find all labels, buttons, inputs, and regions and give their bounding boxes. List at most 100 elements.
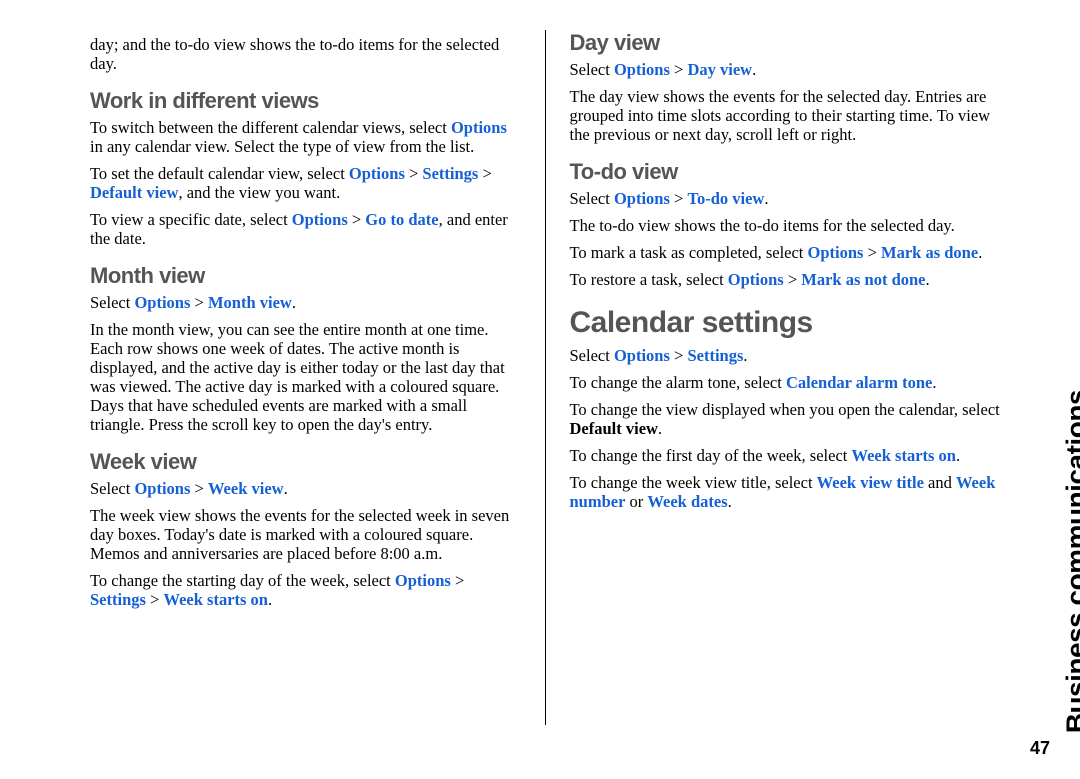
text: Select <box>90 293 134 312</box>
options-link: Options <box>349 164 405 183</box>
heading-todo: To-do view <box>570 159 1001 184</box>
work-p2: To set the default calendar view, select… <box>90 165 521 203</box>
month-p1: In the month view, you can see the entir… <box>90 321 521 435</box>
text: To change the alarm tone, select <box>570 373 786 392</box>
options-link: Options <box>292 210 348 229</box>
month-select: Select Options > Month view. <box>90 294 521 313</box>
work-p1: To switch between the different calendar… <box>90 119 521 157</box>
week-view-link: Week view <box>208 479 284 498</box>
options-link: Options <box>134 293 190 312</box>
text: . <box>658 419 662 438</box>
text: > <box>146 590 164 609</box>
heading-day: Day view <box>570 30 1001 55</box>
right-column: Day view Select Options > Day view. The … <box>570 30 1001 725</box>
text: To change the week view title, select <box>570 473 817 492</box>
text: > <box>348 210 366 229</box>
week-starts-on-link: Week starts on <box>851 446 956 465</box>
week-view-title-link: Week view title <box>817 473 924 492</box>
text: > <box>784 270 802 289</box>
text: > <box>670 346 688 365</box>
heading-month: Month view <box>90 263 521 288</box>
cal-p1: To change the alarm tone, select Calenda… <box>570 374 1001 393</box>
text: To switch between the different calendar… <box>90 118 451 137</box>
cal-select: Select Options > Settings. <box>570 347 1001 366</box>
text: or <box>625 492 647 511</box>
options-link: Options <box>614 60 670 79</box>
calendar-alarm-tone-link: Calendar alarm tone <box>786 373 932 392</box>
left-column: day; and the to-do view shows the to-do … <box>90 30 521 725</box>
text: . <box>752 60 756 79</box>
text: . <box>926 270 930 289</box>
text: Select <box>570 189 614 208</box>
month-view-link: Month view <box>208 293 292 312</box>
text: . <box>728 492 732 511</box>
heading-work: Work in different views <box>90 88 521 113</box>
options-link: Options <box>808 243 864 262</box>
text: and <box>924 473 956 492</box>
todo-view-link: To-do view <box>687 189 764 208</box>
options-link: Options <box>614 346 670 365</box>
text: . <box>978 243 982 262</box>
text: > <box>405 164 423 183</box>
options-link: Options <box>134 479 190 498</box>
text: Select <box>90 479 134 498</box>
text: , and the view you want. <box>178 183 340 202</box>
options-link: Options <box>728 270 784 289</box>
week-starts-on-link: Week starts on <box>163 590 268 609</box>
cal-p3: To change the first day of the week, sel… <box>570 447 1001 466</box>
section-label: Business communications <box>1060 390 1080 733</box>
heading-week: Week view <box>90 449 521 474</box>
text: To view a specific date, select <box>90 210 292 229</box>
text: . <box>268 590 272 609</box>
todo-p2: To mark a task as completed, select Opti… <box>570 244 1001 263</box>
work-p3: To view a specific date, select Options … <box>90 211 521 249</box>
text: . <box>743 346 747 365</box>
text: . <box>956 446 960 465</box>
text: To restore a task, select <box>570 270 728 289</box>
mark-not-done-link: Mark as not done <box>801 270 925 289</box>
text: > <box>863 243 881 262</box>
options-link: Options <box>395 571 451 590</box>
options-link: Options <box>451 118 507 137</box>
default-view-bold: Default view <box>570 419 658 438</box>
text: > <box>670 60 688 79</box>
text: . <box>292 293 296 312</box>
day-view-link: Day view <box>687 60 752 79</box>
text: To change the first day of the week, sel… <box>570 446 852 465</box>
day-select: Select Options > Day view. <box>570 61 1001 80</box>
column-divider <box>545 30 546 725</box>
text: Select <box>570 346 614 365</box>
cal-p4: To change the week view title, select We… <box>570 474 1001 512</box>
options-link: Options <box>614 189 670 208</box>
text: > <box>670 189 688 208</box>
todo-p3: To restore a task, select Options > Mark… <box>570 271 1001 290</box>
week-dates-link: Week dates <box>647 492 727 511</box>
page-number: 47 <box>1030 738 1050 759</box>
heading-calendar-settings: Calendar settings <box>570 306 1001 341</box>
text: To change the starting day of the week, … <box>90 571 395 590</box>
week-p1: The week view shows the events for the s… <box>90 507 521 564</box>
text: Select <box>570 60 614 79</box>
week-select: Select Options > Week view. <box>90 480 521 499</box>
todo-select: Select Options > To-do view. <box>570 190 1001 209</box>
page-body: day; and the to-do view shows the to-do … <box>0 0 1080 755</box>
text: To mark a task as completed, select <box>570 243 808 262</box>
text: > <box>478 164 491 183</box>
text: . <box>284 479 288 498</box>
text: > <box>451 571 464 590</box>
settings-link: Settings <box>422 164 478 183</box>
text: . <box>932 373 936 392</box>
text: > <box>190 293 208 312</box>
settings-link: Settings <box>90 590 146 609</box>
text: . <box>764 189 768 208</box>
cal-p2: To change the view displayed when you op… <box>570 401 1001 439</box>
day-p1: The day view shows the events for the se… <box>570 88 1001 145</box>
text: in any calendar view. Select the type of… <box>90 137 474 156</box>
week-p2: To change the starting day of the week, … <box>90 572 521 610</box>
todo-p1: The to-do view shows the to-do items for… <box>570 217 1001 236</box>
text: To set the default calendar view, select <box>90 164 349 183</box>
text: > <box>190 479 208 498</box>
text: To change the view displayed when you op… <box>570 400 1000 419</box>
default-view-link: Default view <box>90 183 178 202</box>
mark-done-link: Mark as done <box>881 243 978 262</box>
